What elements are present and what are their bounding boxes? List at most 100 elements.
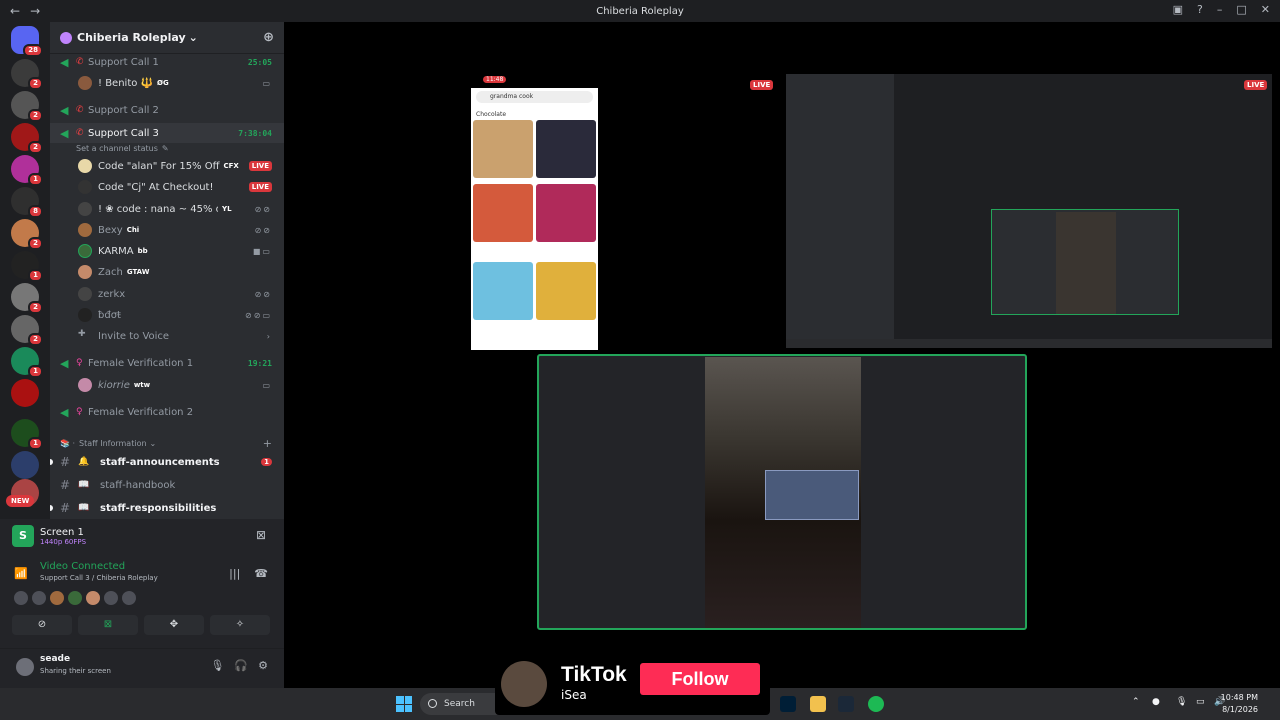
server-icon[interactable]	[11, 451, 39, 479]
close-icon[interactable]: ✕	[1261, 3, 1270, 16]
invite-to-voice[interactable]: ✚ Invite to Voice ›	[50, 326, 284, 346]
channel-status[interactable]: Set a channel status ✎	[50, 141, 284, 155]
screen-name: Screen 1	[40, 526, 84, 538]
avatar[interactable]	[104, 591, 118, 605]
voice-user[interactable]: kiorrie wtw ▭	[50, 375, 284, 395]
tiktok-brand: TikTok	[561, 663, 627, 686]
avatar[interactable]	[86, 591, 100, 605]
text-channel-staff-responsibilities[interactable]: # 📖 staff-responsibilities	[50, 497, 284, 519]
camera-off-button[interactable]: ⊘	[12, 615, 72, 635]
voice-channel-female-2[interactable]: ◀ ♀ Female Verification 2	[50, 402, 284, 422]
voice-user[interactable]: zerkx ⊘⊘	[50, 284, 284, 304]
nested-stream-tile[interactable]	[786, 74, 1272, 348]
server-badge: 1	[28, 173, 43, 186]
avatar	[78, 308, 92, 322]
voice-user[interactable]: ƀđσŧ ⊘⊘▭	[50, 305, 284, 325]
product-image	[473, 120, 533, 178]
server-icon[interactable]: 1	[11, 347, 43, 378]
network-icon[interactable]: ▭	[1196, 697, 1205, 707]
nested-sidebar	[786, 74, 894, 348]
phone-stream-tile[interactable]: 11:48 grandma cook Chocolate	[471, 74, 598, 350]
server-icon[interactable]: 1	[11, 251, 43, 282]
server-icon[interactable]: 2	[11, 59, 43, 90]
server-icon[interactable]: 2	[11, 91, 43, 122]
server-header[interactable]: Chiberia Roleplay ⌄ ⊕	[50, 22, 284, 54]
avatar[interactable]	[14, 591, 28, 605]
voice-user[interactable]: KARMA bb ■▭	[50, 241, 284, 261]
phone-status-bar: 11:48	[471, 74, 598, 88]
server-icon[interactable]	[11, 379, 39, 407]
channel-name: Female Verification 2	[88, 406, 194, 418]
taskbar-clock[interactable]: 10:48 PM 8/1/2026	[1221, 692, 1258, 716]
server-icon[interactable]: 2	[11, 283, 43, 314]
avatar[interactable]	[32, 591, 46, 605]
screen-share-icon: S	[12, 525, 34, 547]
voice-channel-support-2[interactable]: ◀ ✆ Support Call 2	[50, 100, 284, 120]
avatar[interactable]	[16, 658, 34, 676]
home-discord-icon[interactable]: 28	[11, 26, 43, 57]
user-tag: YL	[222, 205, 232, 213]
category-staff-information[interactable]: 📚 · Staff Information ⌄ +	[50, 435, 284, 451]
server-badge: 2	[28, 77, 43, 90]
tray-app-icon[interactable]: ●	[1152, 697, 1160, 707]
camera-stream-tile[interactable]	[537, 354, 1027, 630]
server-icon[interactable]: 2	[11, 315, 43, 346]
avatar[interactable]	[122, 591, 136, 605]
tiktok-avatar	[501, 661, 547, 707]
voice-user[interactable]: Code "Cj" At Checkout! LIVE	[50, 177, 284, 197]
channel-name: staff-announcements	[100, 456, 220, 468]
maximize-icon[interactable]: □	[1236, 3, 1246, 16]
add-member-icon[interactable]: ⊕	[263, 30, 274, 45]
noise-suppression-icon[interactable]: |||	[229, 567, 240, 580]
voice-user[interactable]: ! ❀ code : nana ~ 45% off ❀ YL ⊘⊘	[50, 199, 284, 219]
voice-channel-support-1[interactable]: ◀ ✆ Support Call 1 25:05	[50, 52, 284, 72]
username: seade	[40, 654, 71, 664]
voice-user[interactable]: Code "alan" For 15% Off CFX LIVE	[50, 156, 284, 176]
voice-channel-female-1[interactable]: ◀ ♀ Female Verification 1 19:21	[50, 353, 284, 373]
avatar	[78, 244, 92, 258]
share-screen-button[interactable]: ⊠	[78, 615, 138, 635]
help-icon[interactable]: ?	[1197, 3, 1203, 16]
voice-location[interactable]: Support Call 3 / Chiberia Roleplay	[40, 574, 158, 582]
headphones-icon[interactable]: 🎧	[234, 659, 248, 672]
avatar[interactable]	[68, 591, 82, 605]
activities-button[interactable]: ✥	[144, 615, 204, 635]
steam-icon[interactable]	[838, 696, 854, 712]
photoshop-icon[interactable]	[780, 696, 796, 712]
soundboard-button[interactable]: ✧	[210, 615, 270, 635]
server-icon[interactable]: 1	[11, 155, 43, 186]
new-pill[interactable]: NEW	[6, 495, 35, 507]
voice-channel-support-3[interactable]: ◀ ✆ Support Call 3 7:38:04	[50, 123, 284, 143]
car-screen	[765, 470, 859, 520]
user-tag: ØG	[157, 79, 169, 87]
voice-user[interactable]: ! Benito 🔱 ØG ▭	[50, 73, 284, 93]
server-icon[interactable]: 1	[11, 419, 43, 450]
tray-chevron-icon[interactable]: ⌃	[1132, 697, 1140, 707]
chevron-down-icon: ⌄	[188, 31, 198, 44]
add-channel-icon[interactable]: +	[263, 437, 272, 450]
follow-button[interactable]: Follow	[640, 663, 760, 695]
voice-user[interactable]: Zach GTAW	[50, 262, 284, 282]
disconnect-icon[interactable]: ☎	[254, 567, 268, 580]
server-icon[interactable]: 2	[11, 219, 43, 250]
server-icon[interactable]: 2	[11, 123, 43, 154]
text-channel-staff-handbook[interactable]: # 📖 staff-handbook	[50, 474, 284, 496]
text-channel-staff-announcements[interactable]: # 🔔 staff-announcements 1	[50, 451, 284, 473]
female-icon: ♀	[76, 407, 83, 417]
minimize-icon[interactable]: –	[1217, 3, 1223, 16]
file-explorer-icon[interactable]	[810, 696, 826, 712]
avatar[interactable]	[50, 591, 64, 605]
inbox-icon[interactable]: ▣	[1173, 3, 1183, 16]
voice-user[interactable]: Bexy Chi ⊘⊘	[50, 220, 284, 240]
spotify-icon[interactable]	[868, 696, 884, 712]
server-badge: 2	[28, 333, 43, 346]
live-badge: LIVE	[248, 182, 272, 192]
settings-gear-icon[interactable]: ⚙	[258, 659, 268, 672]
stop-stream-icon[interactable]: ⊠	[256, 528, 266, 542]
screen-share-status[interactable]: S Screen 1 1440p 60FPS	[12, 525, 86, 547]
windows-start-icon[interactable]	[396, 696, 412, 712]
server-icon[interactable]: 8	[11, 187, 43, 218]
speaker-icon: ◀	[60, 103, 69, 117]
microphone-icon[interactable]: 🎙	[1176, 697, 1187, 707]
microphone-icon[interactable]: 🎙	[210, 659, 224, 672]
